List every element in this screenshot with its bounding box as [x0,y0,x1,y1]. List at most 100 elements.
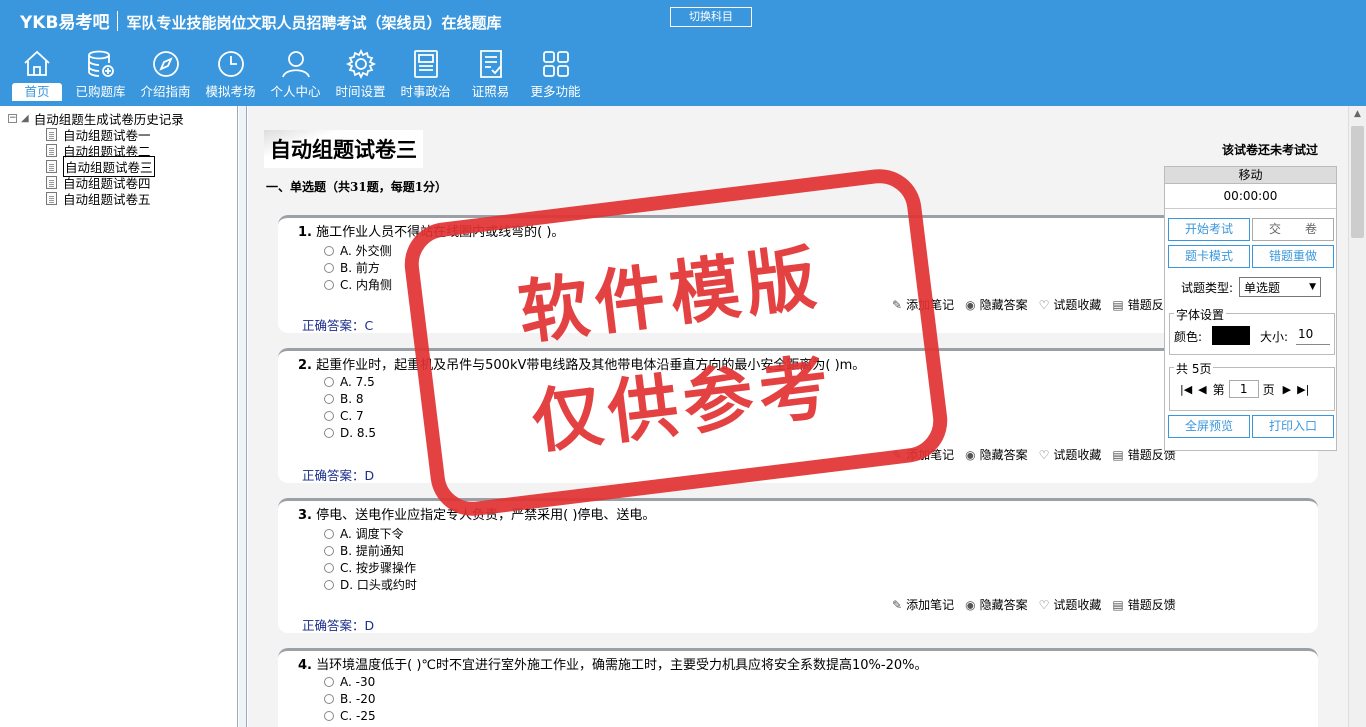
section-heading: 一、单选题（共31题，每题1分） [266,180,448,194]
report-icon: ▤ [1112,447,1124,462]
font-settings-legend: 字体设置 [1174,306,1227,323]
question-card: 3. 停电、送电作业应指定专人负责，严禁采用( )停电、送电。 A. 调度下令 … [278,498,1318,633]
paper-tree: − ◢ 自动组题生成试卷历史记录 自动组题试卷一 自动组题试卷二 自动组题试卷三… [0,106,238,727]
last-page-icon[interactable]: ▶| [1297,383,1309,396]
option-item[interactable]: A. 调度下令 [324,525,404,542]
radio-button[interactable] [324,279,334,290]
font-color-picker[interactable] [1212,326,1250,345]
radio-button[interactable] [324,579,334,590]
hide-answer-button[interactable]: ◉ 隐藏答案 [965,446,1028,463]
eye-icon: ◉ [965,597,976,612]
add-note-button[interactable]: ✎ 添加笔记 [892,596,954,613]
radio-button[interactable] [324,545,334,556]
collapse-icon[interactable]: − [8,113,17,123]
pagination-group: 共 5页 |◀ ◀ 第 1 页 ▶ ▶| [1169,360,1335,411]
radio-button[interactable] [324,677,334,687]
app-logo: YKB易考吧 军队专业技能岗位文职人员招聘考试（架线员）在线题库 [20,8,501,33]
nav-label: 首页 [12,83,62,101]
nav-current-affairs[interactable]: 时事政治 [393,48,458,104]
paper-title: 自动组题试卷三 [264,130,423,168]
report-error-button[interactable]: ▤ 错题反馈 [1112,596,1175,613]
radio-button[interactable] [324,711,334,721]
print-button[interactable]: 打印入口 [1252,415,1334,438]
option-label: B. 提前通知 [340,544,404,558]
page-suffix: 页 [1262,382,1275,397]
add-note-button[interactable]: ✎ 添加笔记 [892,446,954,463]
radio-button[interactable] [324,245,334,256]
fullscreen-preview-button[interactable]: 全屏预览 [1168,415,1250,438]
option-item[interactable]: C. -25 [324,709,376,723]
nav-time-settings[interactable]: 时间设置 [328,48,393,104]
first-page-icon[interactable]: |◀ [1180,383,1192,396]
next-page-icon[interactable]: ▶ [1283,383,1291,396]
radio-button[interactable] [324,562,334,573]
question-type-select[interactable]: 单选题 ▼ [1239,277,1322,297]
option-item[interactable]: C. 7 [324,409,364,423]
radio-button[interactable] [324,411,334,421]
radio-button[interactable] [324,694,334,704]
option-item[interactable]: B. 8 [324,392,364,406]
hide-answer-button[interactable]: ◉ 隐藏答案 [965,596,1028,613]
submit-exam-button[interactable]: 交 卷 [1252,218,1334,241]
add-note-button[interactable]: ✎ 添加笔记 [892,296,954,313]
radio-button[interactable] [324,377,334,387]
page-number-input[interactable]: 1 [1228,380,1259,398]
option-item[interactable]: C. 内角侧 [324,276,392,293]
option-item[interactable]: D. 8.5 [324,426,376,440]
correct-answer: 正确答案：C [302,318,374,333]
prev-page-icon[interactable]: ◀ [1198,383,1206,396]
nav-guide[interactable]: 介绍指南 [133,48,198,104]
option-item[interactable]: B. 前方 [324,259,380,276]
heart-icon: ♡ [1038,447,1050,462]
switch-subject-button[interactable]: 切换科目 [670,7,752,27]
panel-move-handle[interactable]: 移动 [1165,167,1336,184]
start-exam-button[interactable]: 开始考试 [1168,218,1250,241]
font-size-input[interactable]: 10 [1296,327,1330,345]
option-item[interactable]: A. 7.5 [324,375,375,389]
hide-answer-button[interactable]: ◉ 隐藏答案 [965,296,1028,313]
radio-button[interactable] [324,428,334,438]
option-label: A. 7.5 [340,375,375,389]
document-icon [46,175,57,189]
nav-home[interactable]: 首页 [6,48,68,104]
option-item[interactable]: C. 按步骤操作 [324,559,416,576]
panel-splitter[interactable] [239,106,247,727]
favorite-button[interactable]: ♡ 试题收藏 [1039,446,1102,463]
radio-button[interactable] [324,394,334,404]
option-item[interactable]: A. -30 [324,675,375,689]
nav-personal-center[interactable]: 个人中心 [263,48,328,104]
option-label: B. 前方 [340,261,380,275]
vertical-scrollbar[interactable]: ▲ [1348,106,1366,727]
option-item[interactable]: B. -20 [324,692,375,706]
card-mode-button[interactable]: 题卡模式 [1168,245,1250,268]
option-item[interactable]: A. 外交侧 [324,242,392,259]
nav-purchased-banks[interactable]: 已购题库 [68,48,133,104]
option-label: D. 口头或约时 [340,578,417,592]
action-label: 添加笔记 [906,598,955,612]
question-number: 1. [298,225,312,240]
nav-mock-exam[interactable]: 模拟考场 [198,48,263,104]
question-type-row: 试题类型: 单选题 ▼ [1181,277,1322,297]
correct-answer: 正确答案：D [302,468,375,483]
nav-label: 时间设置 [335,84,386,99]
tree-item-label: 自动组题试卷五 [63,191,151,207]
option-item[interactable]: D. 口头或约时 [324,576,417,593]
scroll-thumb[interactable] [1351,126,1364,238]
document-icon [46,191,57,205]
radio-button[interactable] [324,262,334,273]
option-label: C. 按步骤操作 [340,561,417,575]
redo-wrong-button[interactable]: 错题重做 [1252,245,1334,268]
nav-more[interactable]: 更多功能 [523,48,588,104]
pagination-legend: 共 5页 [1174,360,1214,377]
radio-button[interactable] [324,528,334,539]
question-type-value: 单选题 [1244,280,1281,295]
favorite-button[interactable]: ♡ 试题收藏 [1039,596,1102,613]
favorite-button[interactable]: ♡ 试题收藏 [1039,296,1102,313]
option-label: B. -20 [340,692,376,706]
question-card: 1. 施工作业人员不得站在线圈内或线弯的( )。 A. 外交侧 B. 前方 C.… [278,215,1318,333]
option-item[interactable]: B. 提前通知 [324,542,404,559]
report-icon: ▤ [1112,597,1124,612]
tree-item-paper-5[interactable]: 自动组题试卷五 [0,190,237,207]
scroll-up-icon[interactable]: ▲ [1349,106,1366,123]
nav-certificate[interactable]: 证照易 [458,48,523,104]
